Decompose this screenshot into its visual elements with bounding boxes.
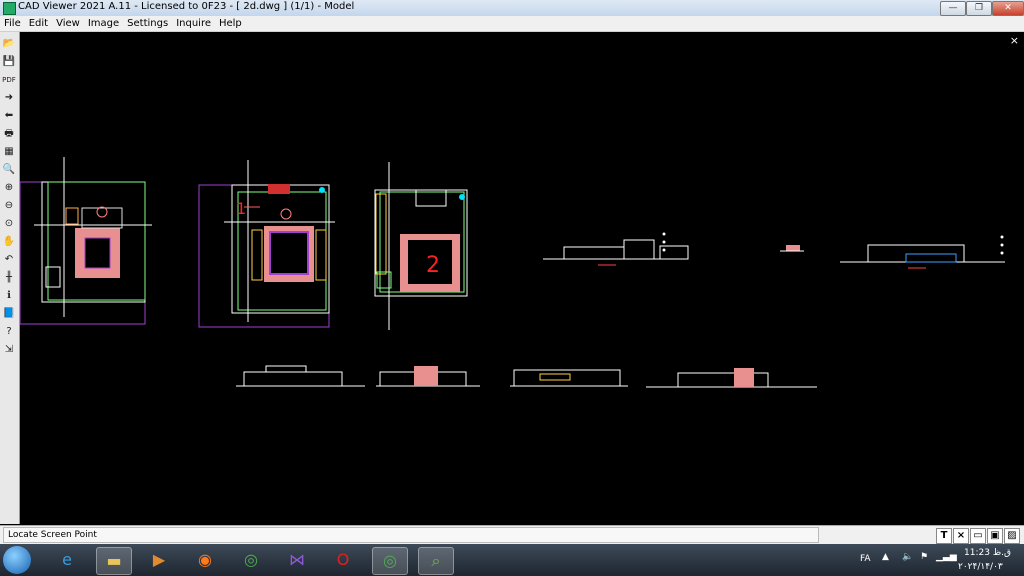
- open-file-icon[interactable]: 📂: [1, 36, 17, 52]
- elevation-lower-2: [376, 366, 480, 387]
- menu-file[interactable]: File: [0, 16, 25, 31]
- exit-icon[interactable]: ⇲: [1, 342, 17, 358]
- side-toolbar: 📂 💾 PDF ➜ ⬅ 🖶 ▦ 🔍 ⊕ ⊖ ⊙ ✋ ↶ ╫ ℹ 📘? ⇲: [0, 32, 20, 524]
- zoom-icon[interactable]: 🔍: [1, 162, 17, 178]
- measure-icon[interactable]: ╫: [1, 270, 17, 286]
- save-icon[interactable]: 💾: [1, 54, 17, 70]
- close-button[interactable]: ✕: [992, 1, 1024, 16]
- zoom-in-icon[interactable]: ⊕: [1, 180, 17, 196]
- back-arrow-icon[interactable]: ⬅: [1, 108, 17, 124]
- volume-icon[interactable]: 🔈: [902, 552, 913, 562]
- minimize-button[interactable]: —: [940, 1, 966, 16]
- maximize-button[interactable]: ❐: [966, 1, 992, 16]
- taskbar: FA ▲ 🔈 ⚑ ▁▃▅ 11:23 ق.ظ ۲۰۲۴/۱۴/۰۳ e ▬ ▶ ◉ ◎ ⋈…: [0, 544, 1024, 576]
- elevation-upper-2: [780, 245, 804, 252]
- color-button[interactable]: ▨: [1004, 528, 1020, 544]
- chrome-icon[interactable]: ◎: [234, 547, 268, 573]
- floor-plan-b: 1: [198, 160, 335, 328]
- close-tool-button[interactable]: ×: [953, 528, 969, 544]
- visual-studio-icon[interactable]: ⋈: [280, 547, 314, 573]
- window-button[interactable]: ▭: [970, 528, 986, 544]
- plan-label-1: 1: [236, 199, 246, 218]
- display-button[interactable]: ▣: [987, 528, 1003, 544]
- menu-help[interactable]: Help: [215, 16, 246, 31]
- book-icon[interactable]: 📘: [1, 306, 17, 322]
- menu-image[interactable]: Image: [84, 16, 123, 31]
- elevation-upper-3: [840, 235, 1005, 269]
- floor-plan-c: 2: [374, 162, 468, 330]
- help-icon[interactable]: ?: [1, 324, 17, 340]
- info-icon[interactable]: ℹ: [1, 288, 17, 304]
- explorer-icon[interactable]: ▬: [96, 547, 132, 575]
- text-tool-button[interactable]: T: [936, 528, 952, 544]
- tray-arrow-icon[interactable]: ▲: [882, 552, 889, 562]
- network-icon[interactable]: ▁▃▅: [936, 552, 957, 562]
- elevation-lower-1: [236, 365, 365, 387]
- elevation-lower-3: [510, 369, 628, 387]
- menu-view[interactable]: View: [52, 16, 84, 31]
- close-drawing-icon[interactable]: ×: [1010, 34, 1019, 47]
- zoom-window-icon[interactable]: ⊙: [1, 216, 17, 232]
- menu-bar: File Edit View Image Settings Inquire Help: [0, 16, 1024, 32]
- elevation-lower-4: [646, 368, 817, 388]
- menu-settings[interactable]: Settings: [123, 16, 172, 31]
- pdf-export-icon[interactable]: PDF: [1, 72, 17, 88]
- pan-hand-icon[interactable]: ✋: [1, 234, 17, 250]
- window-title: CAD Viewer 2021 A.11 - Licensed to 0F23 …: [18, 1, 355, 12]
- layers-icon[interactable]: ▦: [1, 144, 17, 160]
- floor-plan-a: [19, 157, 152, 325]
- cad-viewer-icon[interactable]: ⌕: [418, 547, 454, 575]
- ie-icon[interactable]: e: [50, 547, 84, 573]
- chrome-profile-icon[interactable]: ◎: [372, 547, 408, 575]
- drawing-canvas[interactable]: × 1 2: [19, 32, 1024, 524]
- flag-icon[interactable]: ⚑: [920, 552, 928, 562]
- clock-time[interactable]: 11:23 ق.ظ: [964, 548, 1011, 558]
- elevation-upper-1: [543, 232, 689, 266]
- opera-icon[interactable]: O: [326, 547, 360, 573]
- app-icon: [3, 2, 16, 15]
- status-bar: Locate Screen Point T × ▭ ▣ ▨: [0, 525, 1024, 544]
- firefox-icon[interactable]: ◉: [188, 547, 222, 573]
- menu-edit[interactable]: Edit: [25, 16, 52, 31]
- status-text: Locate Screen Point: [3, 527, 819, 543]
- language-indicator[interactable]: FA: [860, 554, 871, 564]
- zoom-out-icon[interactable]: ⊖: [1, 198, 17, 214]
- menu-inquire[interactable]: Inquire: [172, 16, 215, 31]
- start-button[interactable]: [3, 546, 31, 574]
- cad-drawing: 1 2: [19, 157, 1005, 388]
- clock-date[interactable]: ۲۰۲۴/۱۴/۰۳: [958, 562, 1003, 572]
- forward-arrow-icon[interactable]: ➜: [1, 90, 17, 106]
- plan-label-2: 2: [426, 253, 440, 278]
- undo-icon[interactable]: ↶: [1, 252, 17, 268]
- title-bar: CAD Viewer 2021 A.11 - Licensed to 0F23 …: [0, 0, 1024, 17]
- print-icon[interactable]: 🖶: [1, 126, 17, 142]
- media-player-icon[interactable]: ▶: [142, 547, 176, 573]
